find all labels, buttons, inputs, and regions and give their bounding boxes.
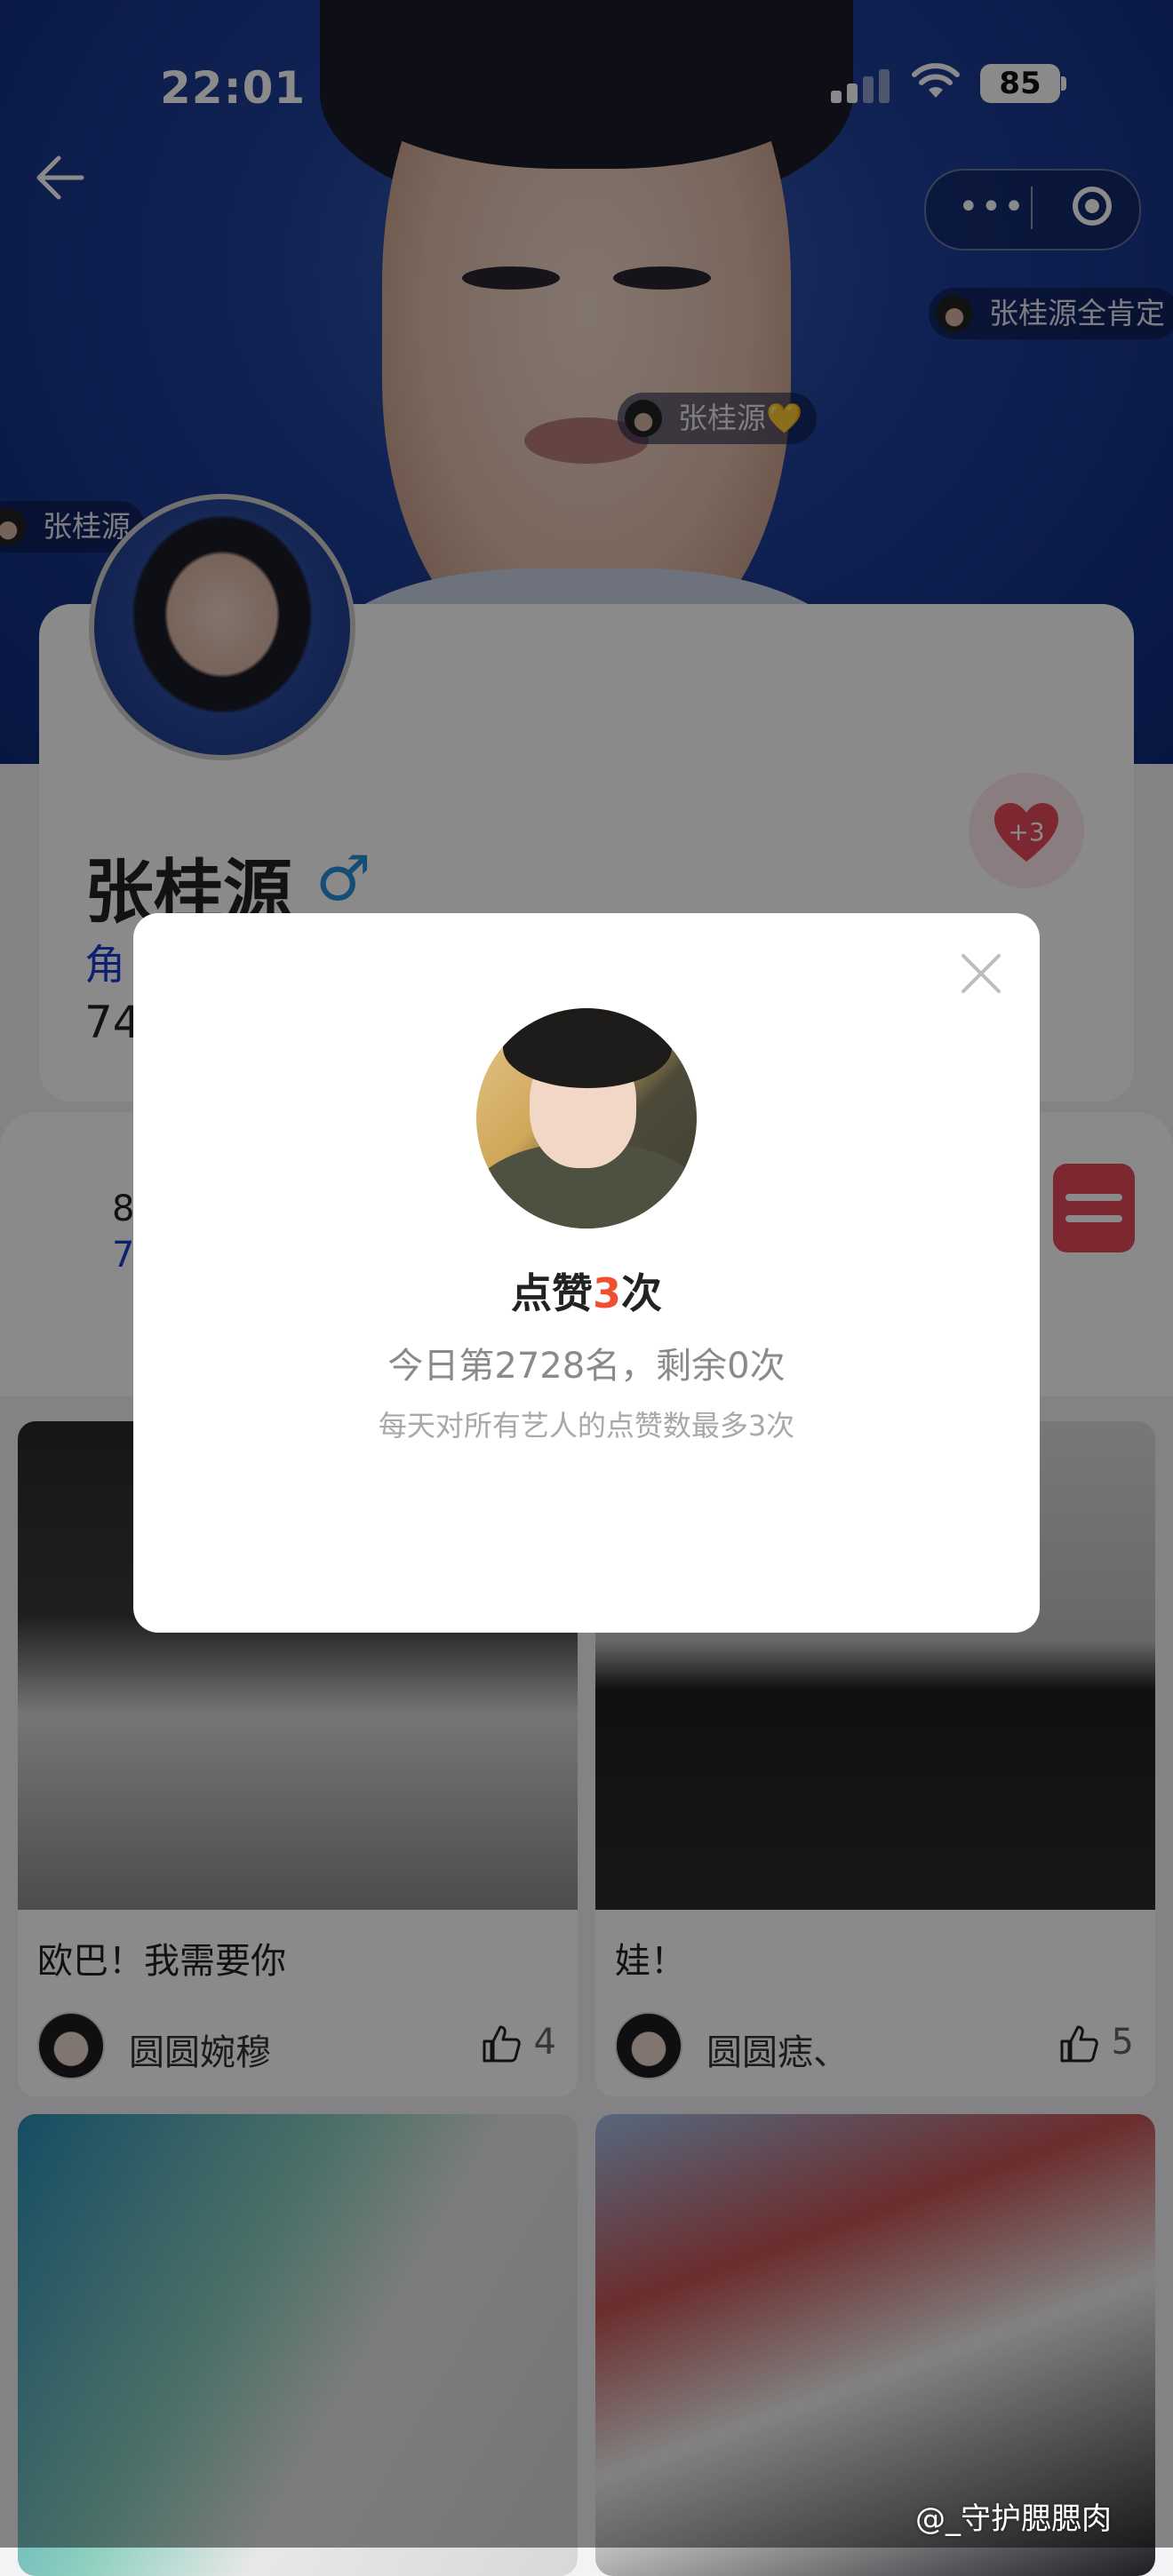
rank-remaining-text: 今日第2728名，剩余0次 — [387, 1346, 786, 1387]
like-count-title: 点赞3次 — [510, 1269, 662, 1317]
daily-limit-note: 每天对所有艺人的点赞数最多3次 — [378, 1409, 795, 1443]
artist-avatar — [476, 1008, 697, 1228]
weibo-watermark: @_守护腮腮肉 — [915, 2501, 1112, 2537]
close-icon[interactable] — [958, 950, 1004, 997]
